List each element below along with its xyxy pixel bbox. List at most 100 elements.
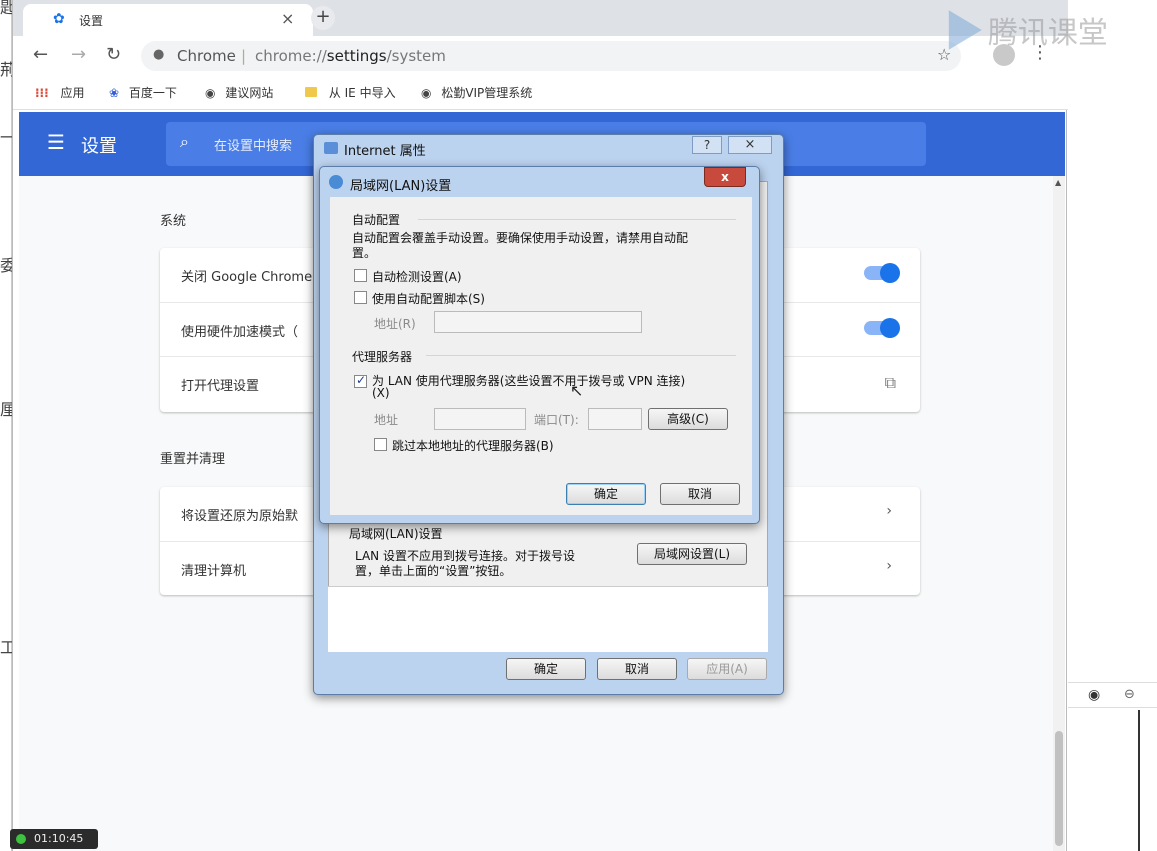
advanced-button[interactable]: 高级(C) bbox=[648, 408, 728, 430]
auto-config-description: 自动配置会覆盖手动设置。要确保使用手动设置，请禁用自动配 bbox=[352, 231, 689, 245]
pane-blank-area bbox=[328, 586, 768, 652]
bookmark-label: 建议网站 bbox=[225, 86, 274, 100]
lan-group-title: 局域网(LAN)设置 bbox=[349, 527, 443, 541]
auto-script-label: 使用自动配置脚本(S) bbox=[372, 292, 485, 306]
apply-button[interactable]: 应用(A) bbox=[687, 658, 767, 680]
reload-icon[interactable]: ↻ bbox=[106, 44, 121, 65]
close-button[interactable]: x bbox=[704, 167, 746, 187]
watermark: 腾讯课堂 bbox=[940, 8, 1108, 52]
tencent-classroom-logo-icon bbox=[948, 10, 982, 50]
bookmarks-bar: ⁝⁝⁝ 应用 ❀ 百度一下 ◉ 建议网站 从 IE 中导入 ◉ 松勤VIP管理系… bbox=[13, 76, 1068, 110]
back-icon[interactable]: ← bbox=[33, 44, 48, 65]
lan-settings-button[interactable]: 局域网设置(L) bbox=[637, 543, 747, 565]
row-label: 关闭 Google Chrome bbox=[181, 270, 313, 285]
auto-config-description: 置。 bbox=[352, 246, 377, 260]
url-text: chrome://settings/system bbox=[255, 47, 446, 65]
tab-settings[interactable]: ✿ 设置 × bbox=[23, 4, 313, 36]
watermark-text: 腾讯课堂 bbox=[987, 16, 1108, 51]
bookmark-vip-system[interactable]: ◉ 松勤VIP管理系统 bbox=[421, 84, 532, 101]
dialog-title: Internet 属性 bbox=[344, 144, 426, 159]
auto-detect-checkbox[interactable] bbox=[354, 269, 367, 282]
bookmark-label: 百度一下 bbox=[128, 86, 177, 100]
page-scrollbar[interactable]: ▲ bbox=[1053, 176, 1065, 851]
proxy-address-label: 地址 bbox=[374, 413, 399, 427]
bookmark-label: 应用 bbox=[60, 86, 85, 100]
bookmark-suggested[interactable]: ◉ 建议网站 bbox=[205, 84, 273, 101]
baidu-paw-icon: ❀ bbox=[109, 86, 120, 100]
group-separator bbox=[426, 355, 736, 356]
bookmark-import-ie[interactable]: 从 IE 中导入 bbox=[305, 84, 396, 101]
site-info-icon[interactable]: ● bbox=[153, 47, 164, 62]
address-bar[interactable]: ● Chrome | chrome://settings/system ☆ bbox=[141, 41, 961, 71]
scrollbar-thumb[interactable] bbox=[1055, 731, 1063, 846]
eye-icon[interactable]: ◉ bbox=[1088, 687, 1100, 703]
bookmark-label: 松勤VIP管理系统 bbox=[441, 86, 533, 100]
internet-options-icon bbox=[324, 142, 338, 154]
cancel-button[interactable]: 取消 bbox=[597, 658, 677, 680]
lan-dialog-body: 自动配置 自动配置会覆盖手动设置。要确保使用手动设置，请禁用自动配 置。 自动检… bbox=[330, 197, 752, 515]
scroll-up-icon[interactable]: ▲ bbox=[1055, 178, 1061, 187]
ok-button[interactable]: 确定 bbox=[506, 658, 586, 680]
proxy-group-title: 代理服务器 bbox=[352, 350, 413, 364]
row-label: 使用硬件加速模式（ bbox=[181, 325, 299, 340]
use-proxy-label: 为 LAN 使用代理服务器(这些设置不用于拨号或 VPN 连接) bbox=[372, 374, 686, 388]
bookmark-baidu[interactable]: ❀ 百度一下 bbox=[109, 84, 177, 101]
globe-icon: ◉ bbox=[421, 86, 432, 100]
url-scheme: chrome:// bbox=[255, 47, 327, 65]
new-tab-icon[interactable]: + bbox=[311, 6, 335, 30]
external-link-icon[interactable]: ⧉ bbox=[885, 373, 896, 393]
script-address-label: 地址(R) bbox=[374, 317, 416, 331]
section-title-system: 系统 bbox=[160, 214, 187, 229]
search-placeholder: 在设置中搜索 bbox=[214, 139, 293, 154]
proxy-port-input[interactable] bbox=[588, 408, 642, 430]
row-label: 清理计算机 bbox=[181, 564, 247, 579]
toggle-switch[interactable] bbox=[864, 318, 900, 338]
tab-strip: ✿ 设置 × + bbox=[13, 0, 1068, 36]
hamburger-menu-icon[interactable]: ☰ bbox=[47, 130, 65, 154]
ok-button[interactable]: 确定 bbox=[566, 483, 646, 505]
url-host: settings bbox=[326, 47, 387, 65]
bypass-local-label: 跳过本地地址的代理服务器(B) bbox=[392, 439, 554, 453]
settings-title: 设置 bbox=[81, 136, 117, 157]
script-address-input[interactable] bbox=[434, 311, 642, 333]
tab-title: 设置 bbox=[79, 14, 104, 28]
network-globe-icon bbox=[329, 175, 343, 189]
auto-script-checkbox[interactable] bbox=[354, 291, 367, 304]
cancel-button[interactable]: 取消 bbox=[660, 483, 740, 505]
use-proxy-label-accesskey: (X) bbox=[372, 386, 390, 400]
panel-divider bbox=[1138, 710, 1140, 851]
apps-grid-icon: ⁝⁝⁝ bbox=[35, 86, 49, 100]
close-icon[interactable]: × bbox=[281, 9, 294, 28]
side-panel: ◉ ⊖ bbox=[1068, 0, 1157, 851]
timer-text: 01:10:45 bbox=[34, 832, 84, 845]
side-panel-toolbar: ◉ ⊖ bbox=[1068, 682, 1157, 708]
help-button[interactable]: ? bbox=[692, 136, 722, 154]
url-site-label: Chrome bbox=[177, 47, 236, 65]
bookmark-label: 从 IE 中导入 bbox=[328, 86, 396, 100]
forward-icon[interactable]: → bbox=[71, 44, 86, 65]
toolbar: ← → ↻ ● Chrome | chrome://settings/syste… bbox=[13, 36, 1068, 76]
dialog-title: 局域网(LAN)设置 bbox=[350, 179, 452, 194]
use-proxy-checkbox[interactable] bbox=[354, 373, 367, 388]
toggle-switch[interactable] bbox=[864, 263, 900, 283]
proxy-address-input[interactable] bbox=[434, 408, 526, 430]
port-label: 端口(T): bbox=[534, 413, 579, 427]
row-label: 将设置还原为原始默 bbox=[181, 509, 299, 524]
group-separator bbox=[418, 219, 736, 220]
bookmark-apps[interactable]: ⁝⁝⁝ 应用 bbox=[35, 84, 85, 101]
auto-config-group-title: 自动配置 bbox=[352, 213, 401, 227]
lan-settings-dialog: 局域网(LAN)设置 x 自动配置 自动配置会覆盖手动设置。要确保使用手动设置，… bbox=[319, 166, 760, 524]
chevron-right-icon: › bbox=[886, 558, 892, 574]
zoom-out-icon[interactable]: ⊖ bbox=[1124, 687, 1135, 702]
recording-timer: 01:10:45 bbox=[10, 829, 98, 849]
mouse-cursor-icon: ↖ bbox=[570, 381, 584, 400]
gear-icon: ✿ bbox=[53, 11, 65, 27]
chevron-right-icon: › bbox=[886, 503, 892, 519]
close-button[interactable]: × bbox=[728, 136, 772, 154]
background-app-edge: 匙 荊 一 委 厘 工 bbox=[0, 0, 16, 851]
url-path: /system bbox=[386, 47, 446, 65]
url-separator: | bbox=[241, 47, 247, 65]
bypass-local-checkbox[interactable] bbox=[374, 438, 387, 451]
recording-status-icon bbox=[16, 834, 26, 844]
search-icon: ⌕ bbox=[180, 132, 189, 151]
